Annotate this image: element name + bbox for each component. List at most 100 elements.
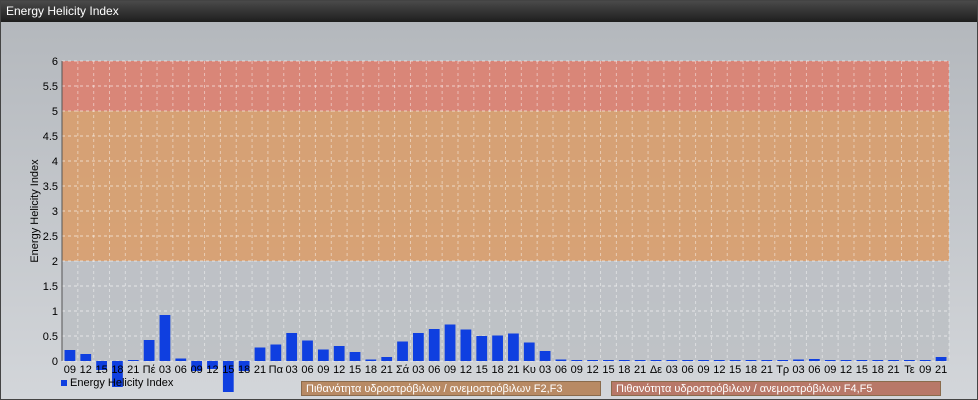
bar: [713, 360, 725, 361]
bar: [159, 315, 171, 361]
x-tick-label: 15: [602, 364, 614, 376]
x-tick-label: 21: [507, 364, 519, 376]
legend-label: Energy Helicity Index: [70, 377, 174, 389]
bar: [793, 359, 804, 361]
bar: [444, 324, 456, 361]
bar: [824, 360, 836, 361]
bar: [919, 360, 931, 361]
bar: [555, 359, 567, 361]
x-tick-label: Πα: [269, 364, 284, 376]
helicity-chart: 0 0.5 1 1.5 2 2.5 3 3.5 4 4.5 5 5.5 6 Energy Helicity…: [29, 56, 950, 392]
x-tick-label: Κυ: [523, 364, 536, 376]
bar: [872, 360, 884, 361]
x-tick-label: 21: [935, 364, 947, 376]
x-tick-label: 03: [792, 364, 804, 376]
bar: [634, 360, 646, 361]
x-tick-label: 21: [887, 364, 899, 376]
x-tick-label: 03: [666, 364, 678, 376]
x-tick-label: 03: [539, 364, 551, 376]
y-tick-label: 2: [52, 256, 58, 268]
bar: [603, 360, 614, 361]
y-tick-label: 3.5: [43, 181, 58, 193]
x-tick-label: 06: [555, 364, 567, 376]
x-tick-label: 18: [365, 364, 377, 376]
chart-window: Energy Helicity Index 0 0.5 1 1.5 2 2.5 3 3.5 4 4…: [0, 0, 978, 400]
x-tick-label: Δε: [650, 364, 662, 376]
legend-swatch: [61, 380, 67, 386]
x-tick-label: 12: [80, 364, 92, 376]
bar: [143, 340, 155, 361]
x-tick-label: 15: [856, 364, 868, 376]
y-tick-label: 4: [52, 156, 58, 168]
y-tick-label: 2.5: [43, 231, 58, 243]
x-tick-label: 21: [634, 364, 646, 376]
bar: [729, 360, 741, 361]
x-tick-label: 12: [840, 364, 852, 376]
x-tick-label: 09: [317, 364, 329, 376]
x-tick-label: Τρ: [776, 364, 789, 376]
bar: [904, 360, 915, 361]
bar: [888, 360, 899, 361]
x-tick-label: 09: [697, 364, 709, 376]
bar: [127, 360, 139, 361]
x-tick-label: 03: [412, 364, 424, 376]
y-tick-label: 5: [52, 106, 58, 118]
x-tick-label: 15: [729, 364, 741, 376]
x-tick-label: Σά: [396, 364, 410, 376]
bar: [571, 360, 583, 361]
x-tick-label: Τε: [904, 364, 915, 376]
bar: [650, 360, 662, 361]
bar: [460, 329, 472, 361]
y-tick-label: 0: [52, 356, 58, 368]
x-tick-label: 06: [428, 364, 440, 376]
bar: [397, 341, 408, 361]
bar: [254, 347, 266, 361]
bar: [286, 333, 298, 361]
bar: [840, 360, 852, 361]
x-tick-label: 21: [381, 364, 393, 376]
x-tick-label: Πέ: [143, 364, 156, 376]
x-tick-label: 18: [618, 364, 630, 376]
bar: [270, 344, 282, 361]
x-tick-label: 21: [761, 364, 773, 376]
x-tick-label: 09: [64, 364, 76, 376]
bar: [476, 336, 488, 361]
bar: [666, 360, 678, 361]
bar: [587, 360, 599, 361]
x-tick-label: 06: [175, 364, 187, 376]
x-tick-label: 18: [491, 364, 503, 376]
band-legend-f2f3: Πιθανότητα υδροστρόβιλων / ανεμοστρόβιλω…: [301, 381, 601, 396]
bar: [80, 354, 92, 361]
x-tick-label: 21: [254, 364, 266, 376]
x-tick-label: 15: [476, 364, 488, 376]
x-tick-label: 18: [872, 364, 884, 376]
band-legend-f4f5: Πιθανότητα υδροστρόβιλων / ανεμοστρόβιλω…: [611, 381, 941, 396]
bar: [175, 358, 187, 361]
bar: [428, 329, 440, 361]
x-tick-label: 09: [824, 364, 836, 376]
x-tick-label: 12: [460, 364, 472, 376]
x-tick-label: 06: [808, 364, 820, 376]
bar: [349, 352, 361, 361]
x-tick-label: 12: [206, 364, 218, 376]
bar: [333, 346, 345, 361]
bar: [381, 357, 393, 361]
x-tick-label: 15: [349, 364, 361, 376]
x-tick-label: 12: [333, 364, 345, 376]
bar: [808, 359, 820, 361]
x-tick-label: 06: [301, 364, 313, 376]
x-tick-label: 21: [127, 364, 139, 376]
x-tick-label: 09: [571, 364, 583, 376]
y-tick-label: 1: [52, 306, 58, 318]
bar: [618, 360, 630, 361]
y-tick-label: 0.5: [43, 331, 58, 343]
y-tick-label: 3: [52, 206, 58, 218]
bar: [302, 340, 313, 361]
bar: [935, 357, 947, 361]
bar: [761, 360, 773, 361]
x-tick-label: 12: [586, 364, 598, 376]
x-tick-label: 03: [159, 364, 171, 376]
bar: [64, 350, 76, 361]
bar: [508, 333, 519, 361]
x-tick-label: 09: [191, 364, 203, 376]
